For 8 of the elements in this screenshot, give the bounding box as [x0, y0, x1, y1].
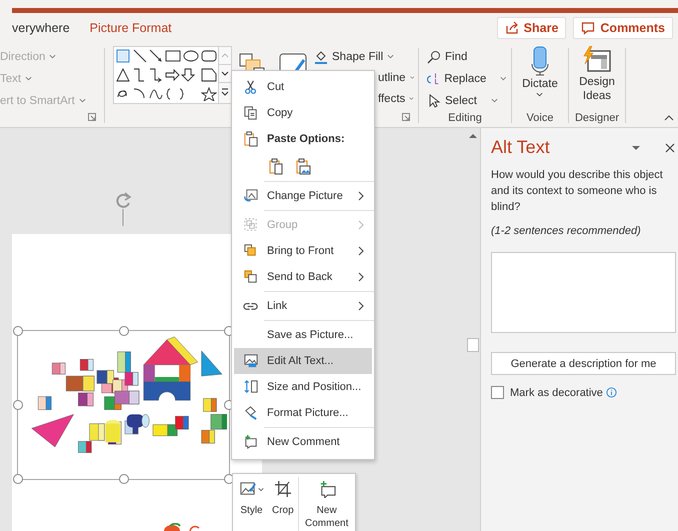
menu-section-header: Paste Options: [267, 133, 345, 145]
pane-hint: (1-2 sentences recommended) [491, 225, 642, 237]
group-label: Editing [447, 112, 483, 124]
checkbox-label: Mark as decorative [510, 386, 603, 398]
group-label: Voice [526, 112, 554, 124]
pane-title: Alt Text [491, 137, 551, 158]
pane-description: How would you describe this object and its context to someone who is blind? [491, 168, 664, 215]
group-label: Designer [574, 112, 620, 124]
